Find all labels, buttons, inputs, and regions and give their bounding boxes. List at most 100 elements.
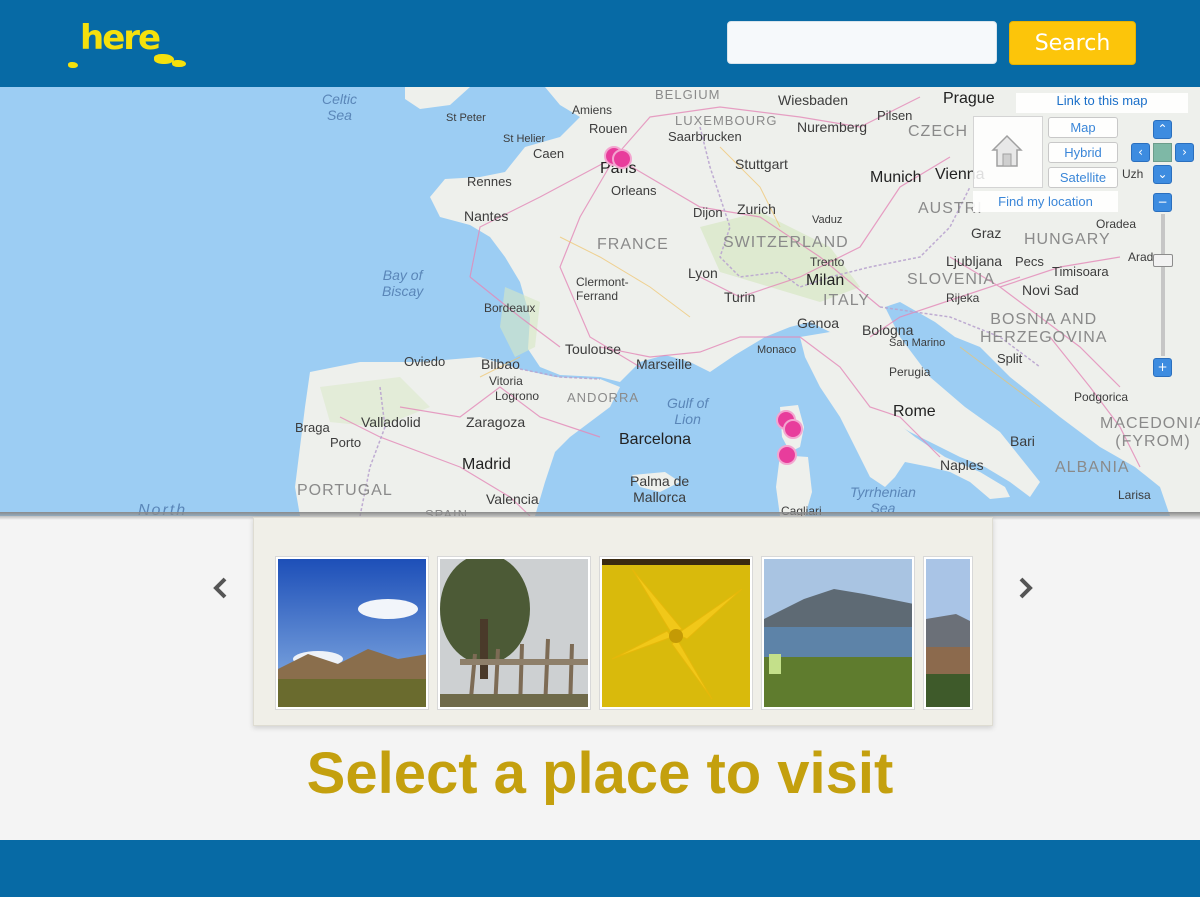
home-icon[interactable] [991, 134, 1023, 170]
city-label: St Helier [503, 133, 546, 145]
photo-thumbnail[interactable] [275, 556, 429, 710]
city-label: Pilsen [877, 108, 913, 123]
photo-thumbnail[interactable] [599, 556, 753, 710]
city-label: Rijeka [946, 291, 980, 305]
city-label: Vitoria [489, 374, 523, 388]
hills-photo [926, 559, 970, 707]
wooden-fence-photo [440, 559, 588, 707]
city-label: Split [997, 351, 1023, 366]
city-label: Munich [870, 169, 922, 186]
city-label: Timisoara [1052, 264, 1109, 279]
logo-blob [68, 62, 78, 68]
city-label: Nantes [464, 208, 509, 224]
zoom-out-icon[interactable]: − [1153, 193, 1172, 212]
city-label: Toulouse [565, 341, 622, 357]
pan-down-icon[interactable]: ⌄ [1153, 165, 1172, 184]
city-label: Monaco [757, 344, 797, 356]
city-label: Logrono [495, 389, 540, 403]
city-label: Zaragoza [466, 414, 526, 430]
photo-carousel [253, 517, 993, 726]
hybrid-type-button[interactable]: Hybrid [1048, 142, 1118, 163]
city-label: Naples [940, 457, 984, 473]
city-label: Genoa [797, 315, 840, 331]
place-marker[interactable] [783, 419, 803, 439]
city-label: Turin [724, 289, 756, 305]
link-to-map[interactable]: Link to this map [1016, 93, 1188, 113]
city-label: Rouen [589, 121, 628, 136]
carousel-next-icon[interactable] [1016, 576, 1034, 600]
place-marker[interactable] [777, 445, 797, 465]
city-label: Prague [943, 90, 995, 107]
city-label: Pecs [1015, 254, 1044, 269]
pan-up-icon[interactable]: ⌃ [1153, 120, 1172, 139]
city-label: Uzh [1122, 167, 1144, 181]
country-label: ALBANIA [1055, 459, 1130, 476]
country-label: BOSNIA AND HERZEGOVINA [980, 311, 1108, 346]
city-label: Graz [971, 225, 1002, 241]
country-label: HUNGARY [1024, 231, 1111, 248]
city-label: Madrid [462, 456, 511, 473]
search-button[interactable]: Search [1009, 21, 1136, 65]
mountain-plain-photo [278, 559, 426, 707]
city-label: Oviedo [404, 354, 446, 369]
logo-text: here [80, 18, 161, 58]
carousel-prev-icon[interactable] [212, 576, 230, 600]
city-label: Dijon [693, 205, 723, 220]
country-label: SLOVENIA [907, 271, 996, 288]
city-label: Podgorica [1074, 390, 1129, 404]
zoom-slider-handle[interactable] [1153, 254, 1173, 267]
city-label: Arad [1128, 250, 1154, 264]
sea-label: Gulf of Lion [667, 395, 709, 427]
zoom-slider-track[interactable] [1161, 214, 1165, 356]
city-label: Stuttgart [735, 156, 788, 172]
city-label: St Peter [446, 112, 486, 124]
city-label: Orleans [611, 183, 657, 198]
photo-thumbnail[interactable] [923, 556, 973, 710]
country-label: FRANCE [597, 236, 669, 253]
city-label: Marseille [636, 356, 693, 372]
photo-thumbnail[interactable] [437, 556, 591, 710]
city-label: Valencia [486, 491, 539, 507]
pan-left-icon[interactable]: ‹ [1131, 143, 1150, 162]
yellow-flower-photo [602, 559, 750, 707]
city-label: San Marino [889, 337, 946, 349]
city-label: Bari [1010, 433, 1035, 449]
city-label: Amiens [572, 103, 613, 117]
zoom-in-icon[interactable]: + [1153, 358, 1172, 377]
here-logo[interactable]: here [66, 18, 190, 80]
city-label: Rome [893, 403, 936, 420]
logo-blob [172, 60, 186, 67]
logo-blob [154, 54, 174, 64]
tagline: Select a place to visit [306, 741, 894, 806]
city-label: Caen [533, 146, 565, 161]
pan-right-icon[interactable]: › [1175, 143, 1194, 162]
country-label: PORTUGAL [297, 482, 393, 499]
city-label: Rennes [467, 174, 512, 189]
city-label: Valladolid [361, 414, 421, 430]
city-label: Bilbao [481, 356, 520, 372]
header-bar: here Search [0, 0, 1200, 87]
city-label: Bologna [862, 322, 914, 338]
city-label: Bordeaux [484, 301, 536, 315]
sea-label: Bay of Biscay [382, 267, 424, 299]
country-label: ANDORRA [567, 390, 640, 405]
city-label: Nuremberg [797, 119, 868, 135]
find-my-location-button[interactable]: Find my location [973, 191, 1118, 212]
photo-thumbnail[interactable] [761, 556, 915, 710]
sea-label: Celtic Sea [322, 91, 358, 123]
pan-center[interactable] [1153, 143, 1172, 162]
city-label: Clermont- Ferrand [576, 275, 629, 303]
city-label: Saarbrucken [668, 129, 742, 144]
city-label: Palma de Mallorca [630, 473, 690, 505]
country-label: BELGIUM [655, 87, 721, 102]
city-label: Perugia [889, 365, 931, 379]
city-label: Trento [810, 255, 845, 269]
country-label: ITALY [823, 292, 871, 309]
city-label: Barcelona [619, 431, 692, 448]
search-input[interactable] [727, 21, 997, 64]
city-label: Larisa [1118, 488, 1151, 502]
satellite-type-button[interactable]: Satellite [1048, 167, 1118, 188]
country-label: LUXEMBOURG [675, 113, 778, 128]
place-marker[interactable] [612, 149, 632, 169]
map-type-button[interactable]: Map [1048, 117, 1118, 138]
